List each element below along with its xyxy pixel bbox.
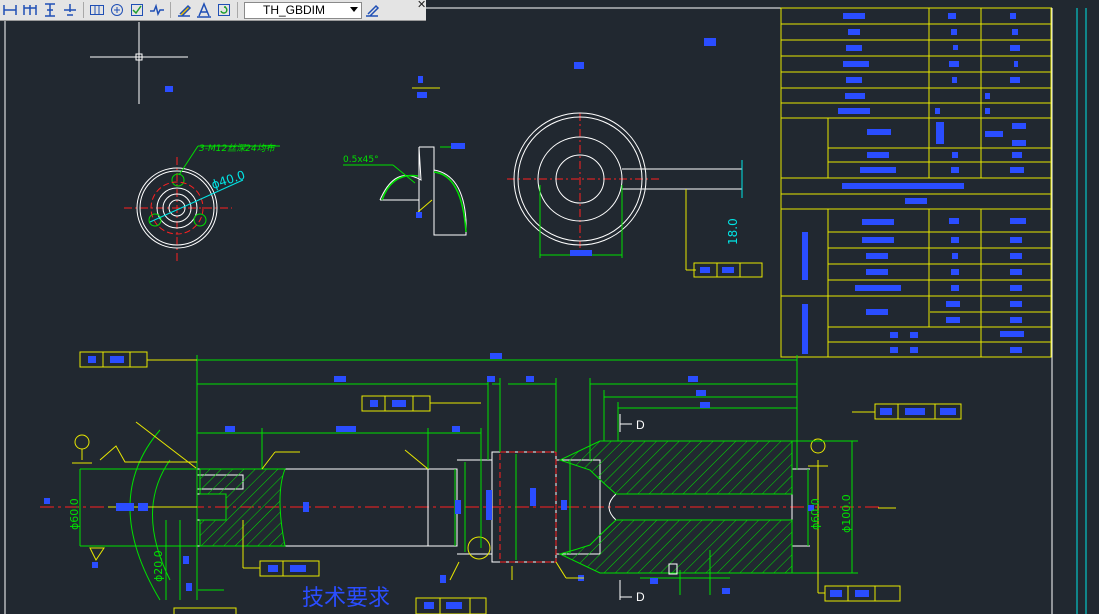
dim-update-icon[interactable] [214,0,234,20]
toolbar-close-icon[interactable]: ✕ [417,0,426,10]
small-label [165,86,173,92]
dia-60-right: ϕ60.0 [809,498,822,530]
title-block-cells [802,13,1026,354]
cad-drawing-canvas[interactable]: 3-M12丝深24均布 ϕ40.0 0.5x45° 18.0 D D ϕ60.0… [0,0,1099,614]
dia-40-label: ϕ40.0 [210,168,247,192]
continue-dim-icon[interactable] [40,0,60,20]
inspection-icon[interactable] [127,0,147,20]
baseline-dim-icon[interactable] [20,0,40,20]
jogged-linear-icon[interactable] [147,0,167,20]
drawing-border [4,7,1087,614]
dim-style-icon[interactable] [362,0,382,20]
small-label [704,38,716,46]
chevron-down-icon [350,6,358,12]
section-d-bottom: D [636,590,645,604]
small-label [574,62,584,69]
crosshair-cursor [90,22,188,104]
flange-end-view [124,145,280,262]
dim-style-select[interactable]: TH_GBDIM [244,1,362,19]
dia-100: ϕ100.0 [840,494,853,533]
thread-note: 3-M12丝深24均布 [199,143,277,154]
section-view [507,112,763,278]
linear-dim-icon[interactable] [0,0,20,20]
dim-style-value: TH_GBDIM [263,3,326,17]
dia-20: ϕ20.0 [152,550,165,582]
section-d-top: D [636,418,645,432]
dim-18-label: 18.0 [726,218,740,245]
dimension-toolbar: TH_GBDIM [0,0,426,21]
dim-text-edit-icon[interactable] [194,0,214,20]
chamfer-note: 0.5x45° [343,155,379,165]
center-mark-icon[interactable] [107,0,127,20]
dia-60-left: ϕ60.0 [68,498,81,530]
section-label [412,76,440,98]
ordinate-dim-icon[interactable] [60,0,80,20]
tolerance-icon[interactable] [87,0,107,20]
tech-requirements-heading: 技术要求 [302,586,390,611]
dim-edit-icon[interactable] [174,0,194,20]
